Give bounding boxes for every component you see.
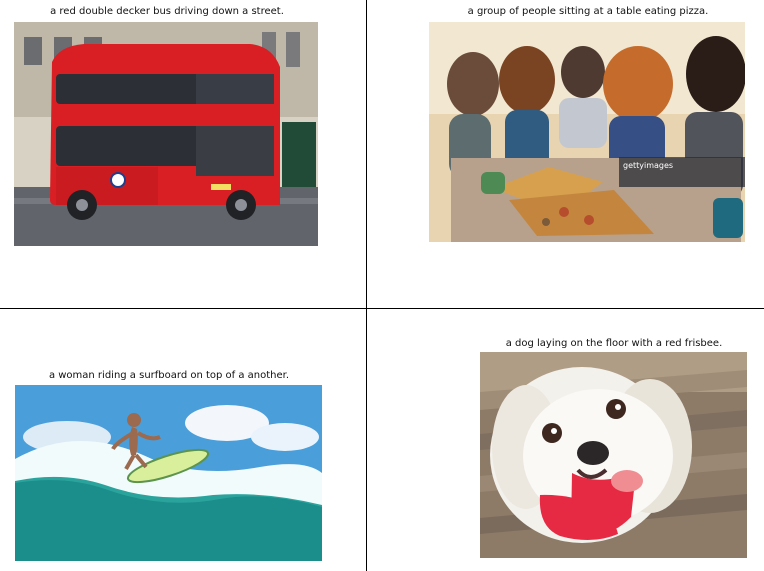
horizontal-divider [0,308,764,309]
surf-photo [15,385,322,561]
bus-photo [14,22,318,246]
pizza-photo: gettyimages [429,22,745,242]
dog-photo [480,352,747,558]
gettyimages-watermark: gettyimages [623,161,673,170]
caption-bus: a red double decker bus driving down a s… [50,6,284,17]
vertical-divider [366,0,367,571]
caption-pizza: a group of people sitting at a table eat… [467,6,709,17]
caption-surf: a woman riding a surfboard on top of a a… [48,370,290,381]
caption-dog: a dog laying on the floor with a red fri… [505,338,723,349]
